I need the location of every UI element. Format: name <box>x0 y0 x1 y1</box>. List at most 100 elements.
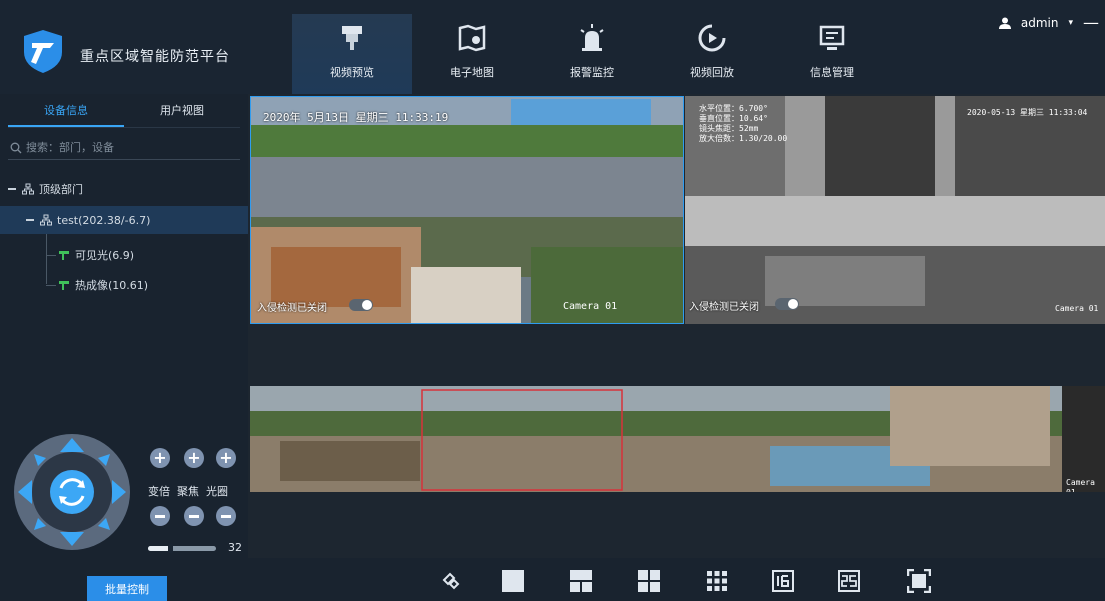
iris-open-button[interactable]: + <box>216 448 236 468</box>
app-title: 重点区域智能防范平台 <box>80 49 230 65</box>
nav-label: 信息管理 <box>810 66 854 79</box>
tree-node-label: 顶级部门 <box>39 183 83 196</box>
tree-device-visible[interactable]: 可见光(6.9) <box>46 246 134 264</box>
intrusion-toggle[interactable] <box>775 298 799 310</box>
video-timestamp: 2020-05-13 星期三 11:33:04 <box>967 108 1088 117</box>
search-input[interactable] <box>26 141 226 154</box>
shield-logo-icon <box>24 30 62 73</box>
video-feed-visible <box>251 97 683 323</box>
tree-node-group[interactable]: test(202.38/-6.7) <box>0 206 248 234</box>
collapse-icon[interactable] <box>8 188 16 190</box>
layout-3-button[interactable] <box>568 568 594 594</box>
username[interactable]: admin <box>1021 16 1059 30</box>
nav-label: 视频预览 <box>330 66 374 79</box>
layout-9-button[interactable] <box>704 568 730 594</box>
tree-node-label: test(202.38/-6.7) <box>57 213 151 227</box>
ptz-labels: 变倍 聚焦 光圈 <box>148 483 228 499</box>
video-window-1[interactable]: 2020年 5月13日 星期三 11:33:19 入侵检测已关闭 Camera … <box>250 96 684 324</box>
nav-info-management[interactable]: 信息管理 <box>772 14 892 94</box>
slider-fill <box>148 546 170 551</box>
nav-label: 视频回放 <box>690 66 734 79</box>
search-icon <box>10 142 22 153</box>
info-monitor-icon <box>819 25 845 50</box>
camera-name: Camera 01 <box>563 301 618 312</box>
intrusion-label: 入侵检测已关闭 <box>257 303 327 314</box>
map-icon <box>458 24 486 52</box>
intrusion-toggle[interactable] <box>349 299 373 311</box>
osd-line: 镜头焦距：52mm <box>699 124 759 133</box>
layout-1-button[interactable] <box>500 568 526 594</box>
intrusion-label: 入侵检测已关闭 <box>689 302 759 313</box>
camera-icon <box>342 26 362 50</box>
video-grid: 2020年 5月13日 星期三 11:33:19 入侵检测已关闭 Camera … <box>248 94 1105 558</box>
user-area: admin ▾ — <box>998 15 1099 31</box>
video-window-panorama[interactable]: Camera 01 <box>250 386 1105 492</box>
alarm-icon <box>580 24 604 51</box>
sidebar-tabs: 设备信息 用户视图 <box>8 94 240 128</box>
slider-thumb[interactable] <box>167 544 173 553</box>
zoom-in-button[interactable]: + <box>150 448 170 468</box>
ptz-speed-slider[interactable] <box>148 544 216 553</box>
user-icon <box>998 17 1011 29</box>
layout-toolbar <box>248 558 1105 601</box>
fullscreen-button[interactable] <box>906 568 932 594</box>
camera-device-icon <box>59 281 69 290</box>
layout-4-button[interactable] <box>636 568 662 594</box>
tree-device-thermal[interactable]: 热成像(10.61) <box>46 276 148 294</box>
layout-3-icon <box>570 570 592 592</box>
org-icon <box>40 214 52 226</box>
video-timestamp: 2020年 5月13日 星期三 11:33:19 <box>263 111 449 124</box>
nav-alarm[interactable]: 报警监控 <box>532 14 652 94</box>
ptz-auto-scan-icon[interactable] <box>50 470 94 514</box>
ptz-osd: 水平位置：6.700° 垂直位置：10.64° 镜头焦距：52mm 放大倍数：1… <box>699 104 787 144</box>
collapse-icon[interactable] <box>26 219 34 221</box>
tree-node-label: 可见光(6.9) <box>75 249 135 262</box>
org-icon <box>22 183 34 195</box>
camera-device-icon <box>59 251 69 260</box>
header: 重点区域智能防范平台 视频预览 电子地图 报警监控 视频回放 信息管理 admi… <box>0 0 1105 94</box>
tree-node-root[interactable]: 顶级部门 <box>8 180 83 198</box>
tree-line <box>46 284 56 286</box>
minimize-icon[interactable]: — <box>1083 15 1099 31</box>
batch-control-button[interactable]: 批量控制 <box>87 576 167 601</box>
camera-name: Camera 01 <box>1055 304 1099 313</box>
nav-playback[interactable]: 视频回放 <box>652 14 772 94</box>
nav-label: 电子地图 <box>450 66 494 79</box>
fullscreen-icon <box>907 569 931 593</box>
video-window-2[interactable]: 水平位置：6.700° 垂直位置：10.64° 镜头焦距：52mm 放大倍数：1… <box>685 96 1105 324</box>
tree-node-label: 热成像(10.61) <box>75 279 149 292</box>
layout-25-button[interactable] <box>836 568 862 594</box>
iris-close-button[interactable] <box>216 506 236 526</box>
layout-16-button[interactable] <box>770 568 796 594</box>
close-all-button[interactable] <box>438 568 464 594</box>
ptz-speed-value: 32 <box>228 541 242 554</box>
zoom-out-button[interactable] <box>150 506 170 526</box>
layout-25-icon <box>838 570 860 592</box>
focus-out-button[interactable] <box>184 506 204 526</box>
layout-9-icon <box>707 571 727 591</box>
osd-line: 放大倍数：1.30/20.00 <box>699 134 788 143</box>
focus-in-button[interactable]: + <box>184 448 204 468</box>
tab-device-info[interactable]: 设备信息 <box>8 94 124 127</box>
osd-line: 水平位置：6.700° <box>699 104 768 113</box>
camera-name: Camera 01 <box>1066 478 1095 492</box>
osd-line: 垂直位置：10.64° <box>699 114 768 123</box>
nav-label: 报警监控 <box>570 66 614 79</box>
layout-1-icon <box>502 570 524 592</box>
close-all-icon <box>442 572 460 590</box>
search-box <box>8 136 240 160</box>
ptz-direction-pad[interactable] <box>12 432 132 552</box>
video-feed-panorama <box>250 386 1105 492</box>
layout-16-icon <box>772 570 794 592</box>
tree-line <box>46 254 56 256</box>
dropdown-caret-icon[interactable]: ▾ <box>1068 18 1073 28</box>
nav-video-preview[interactable]: 视频预览 <box>292 14 412 94</box>
zoom-label: 变倍 <box>148 485 170 498</box>
main-nav: 视频预览 电子地图 报警监控 视频回放 信息管理 <box>292 14 892 94</box>
nav-emap[interactable]: 电子地图 <box>412 14 532 94</box>
tab-user-view[interactable]: 用户视图 <box>124 94 240 127</box>
layout-4-icon <box>638 570 660 592</box>
iris-label: 光圈 <box>206 485 228 498</box>
playback-icon <box>698 24 726 52</box>
focus-label: 聚焦 <box>177 485 199 498</box>
